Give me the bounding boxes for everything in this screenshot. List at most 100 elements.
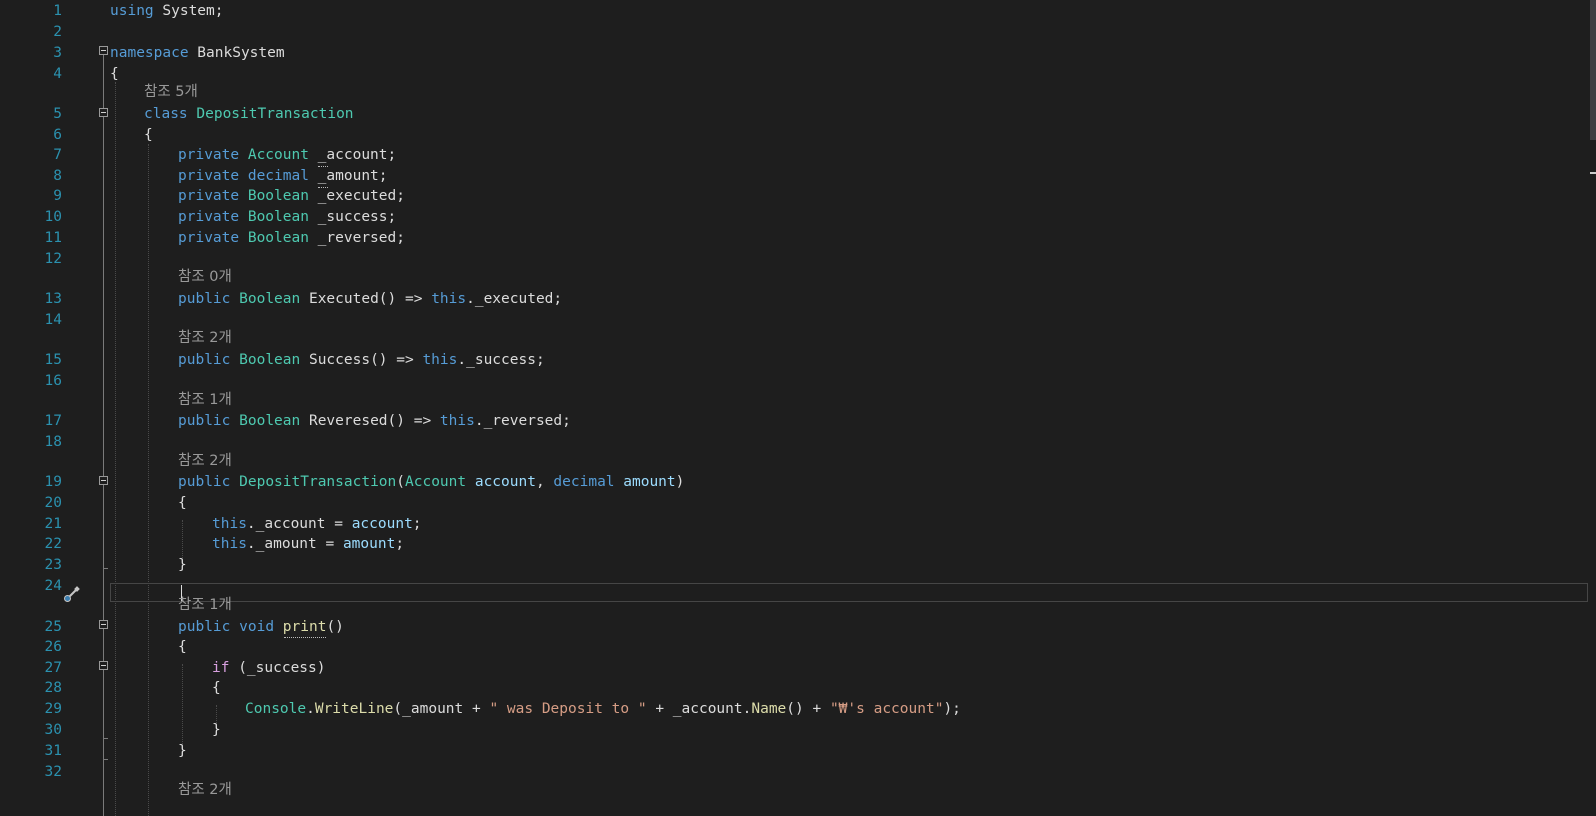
code-token-type: Boolean xyxy=(239,352,301,368)
code-token-keyword: this xyxy=(431,291,467,307)
code-token-default xyxy=(230,352,239,368)
code-line[interactable]: public Boolean Reveresed() => this._reve… xyxy=(178,411,571,431)
codelens-references[interactable]: 참조 2개 xyxy=(178,328,232,348)
code-token-default: Reveresed() => xyxy=(300,413,440,429)
code-line[interactable]: this._account = account; xyxy=(212,514,422,534)
code-line[interactable]: public Boolean Executed() => this._execu… xyxy=(178,289,562,309)
code-token-keyword: public xyxy=(178,352,231,368)
code-token-default: { xyxy=(144,127,153,143)
code-token-default: _account; xyxy=(308,147,397,163)
code-token-keyword: decimal xyxy=(553,474,615,490)
code-token-default xyxy=(239,230,248,246)
code-token-default: (_amount + xyxy=(393,701,490,717)
code-token-keyword: public xyxy=(178,413,231,429)
code-token-default: } xyxy=(178,557,187,573)
code-token-default: _reversed; xyxy=(308,230,405,246)
code-line[interactable]: public DepositTransaction(Account accoun… xyxy=(178,472,684,492)
code-token-default: ) xyxy=(675,474,685,490)
code-editor[interactable]: 1 2 3 4 5 6 7 8 9 10 11 12 13 14 15 16 17 18 19 20 21 22 23 24 2… xyxy=(0,0,1596,816)
code-token-type: DepositTransaction xyxy=(239,474,397,490)
code-token-string: "₩'s account" xyxy=(829,701,944,717)
code-line[interactable]: public Boolean Success() => this._succes… xyxy=(178,350,545,370)
code-token-method: Name xyxy=(751,701,787,717)
code-line[interactable]: private Account _account; xyxy=(178,145,396,165)
code-token-default: Executed() => xyxy=(300,291,432,307)
code-token-default: ._reversed; xyxy=(474,413,571,429)
code-token-default xyxy=(239,188,248,204)
code-token-method: WriteLine xyxy=(314,701,394,717)
code-token-default: ._amount = xyxy=(246,536,343,552)
code-area[interactable]: using System; namespace BankSystem { class … xyxy=(0,0,1596,816)
codelens-references[interactable]: 참조 1개 xyxy=(178,390,232,410)
codelens-references[interactable]: 참조 5개 xyxy=(144,82,198,102)
code-line[interactable]: private Boolean _executed; xyxy=(178,186,405,206)
code-token-default: ._success; xyxy=(457,352,545,368)
code-token-type: Account xyxy=(405,474,467,490)
code-token-keyword: public xyxy=(178,474,231,490)
code-line[interactable]: class DepositTransaction xyxy=(144,104,354,124)
codelens-references[interactable]: 참조 2개 xyxy=(178,780,232,800)
code-token-default: BankSystem xyxy=(188,45,285,61)
code-line[interactable]: { xyxy=(110,64,119,84)
code-line[interactable]: } xyxy=(178,741,187,761)
code-token-default: } xyxy=(178,743,187,759)
codelens-references[interactable]: 참조 1개 xyxy=(178,595,232,615)
code-line[interactable]: private Boolean _success; xyxy=(178,207,396,227)
code-token-default: () xyxy=(326,619,344,635)
codelens-references[interactable]: 참조 2개 xyxy=(178,451,232,471)
code-token-keyword: this xyxy=(422,352,458,368)
code-token-default: ._account = xyxy=(246,516,352,532)
code-token-type: Account xyxy=(247,147,309,163)
code-token-keyword: public xyxy=(178,619,231,635)
code-token-default xyxy=(230,291,239,307)
code-token-string: " was Deposit to " xyxy=(489,701,647,717)
suggestion-dots xyxy=(284,634,326,638)
scroll-thumb[interactable] xyxy=(1590,0,1596,140)
code-token-type: Boolean xyxy=(247,209,309,225)
code-line[interactable]: namespace BankSystem xyxy=(110,43,285,63)
code-token-type: Console xyxy=(245,701,307,717)
code-line[interactable]: } xyxy=(178,555,187,575)
code-line[interactable]: { xyxy=(178,637,187,657)
code-token-default: _executed; xyxy=(308,188,405,204)
code-line[interactable]: { xyxy=(212,678,221,698)
suggestion-dots xyxy=(318,163,328,167)
code-token-default: ; xyxy=(395,536,405,552)
vertical-scrollbar[interactable] xyxy=(1590,0,1596,816)
code-line[interactable]: } xyxy=(212,720,221,740)
code-line[interactable]: private decimal _amount; xyxy=(178,166,388,186)
code-token-default: System; xyxy=(153,3,224,19)
code-token-default: { xyxy=(110,66,119,82)
code-token-default: . xyxy=(306,701,315,717)
code-line[interactable]: if (_success) xyxy=(212,658,326,678)
suggestion-dots xyxy=(318,184,328,188)
code-token-default xyxy=(274,619,283,635)
code-line[interactable]: this._amount = amount; xyxy=(212,534,404,554)
code-token-default: { xyxy=(178,639,187,655)
code-token-keyword: private xyxy=(178,209,240,225)
code-token-default: () + xyxy=(786,701,830,717)
code-token-keyword: using xyxy=(110,3,154,19)
code-token-param: amount xyxy=(623,474,676,490)
code-token-type: Boolean xyxy=(239,291,301,307)
code-line[interactable]: { xyxy=(144,125,153,145)
code-token-default xyxy=(230,474,239,490)
code-line[interactable]: Console.WriteLine(_amount + " was Deposi… xyxy=(245,699,961,719)
code-token-default xyxy=(230,413,239,429)
code-token-default xyxy=(615,474,624,490)
code-token-param: amount xyxy=(342,536,396,552)
code-line[interactable]: using System; xyxy=(110,1,224,21)
code-token-method: print xyxy=(282,619,327,635)
code-line[interactable]: private Boolean _reversed; xyxy=(178,228,405,248)
code-token-default: { xyxy=(178,495,187,511)
code-token-keyword: private xyxy=(178,168,240,184)
code-token-default: } xyxy=(212,722,221,738)
code-token-keyword: this xyxy=(212,516,247,532)
code-token-keyword: public xyxy=(178,291,231,307)
code-token-default: , xyxy=(535,474,554,490)
code-token-keyword: private xyxy=(178,230,240,246)
codelens-references[interactable]: 참조 0개 xyxy=(178,267,232,287)
code-token-keyword: class xyxy=(144,106,188,122)
code-token-param: account xyxy=(474,474,536,490)
code-line[interactable]: { xyxy=(178,493,187,513)
